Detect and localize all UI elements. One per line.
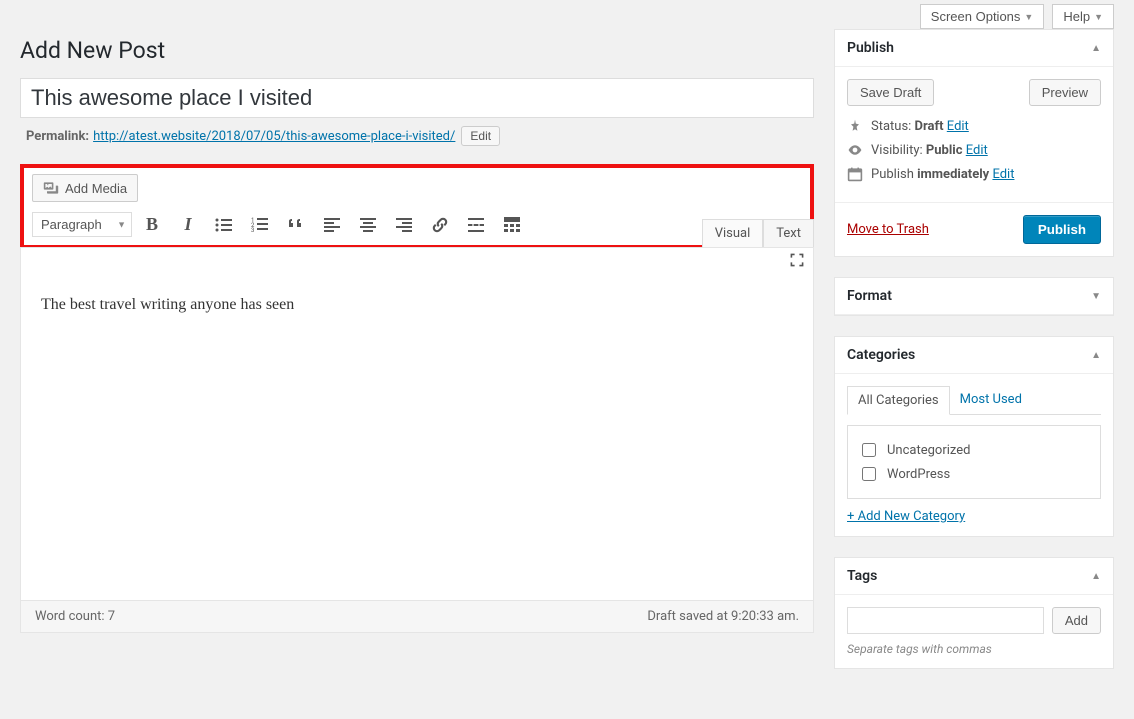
format-box: Format ▼ <box>834 277 1114 316</box>
publish-button[interactable]: Publish <box>1023 215 1101 244</box>
permalink-edit-button[interactable]: Edit <box>461 126 500 146</box>
chevron-down-icon: ▼ <box>1091 291 1101 302</box>
pin-icon <box>847 118 863 134</box>
schedule-edit-link[interactable]: Edit <box>992 167 1014 182</box>
fullscreen-icon[interactable] <box>789 252 805 268</box>
category-list: Uncategorized WordPress <box>847 425 1101 499</box>
add-new-category-link[interactable]: + Add New Category <box>847 509 965 524</box>
status-line: Status: Draft Edit <box>847 118 1101 134</box>
chevron-up-icon: ▲ <box>1091 571 1101 582</box>
eye-icon <box>847 142 863 158</box>
calendar-icon <box>847 166 863 182</box>
publish-heading[interactable]: Publish ▲ <box>835 30 1113 67</box>
save-draft-button[interactable]: Save Draft <box>847 79 934 106</box>
permalink-row: Permalink: http://atest.website/2018/07/… <box>26 126 814 146</box>
tags-heading[interactable]: Tags ▲ <box>835 558 1113 595</box>
preview-button[interactable]: Preview <box>1029 79 1101 106</box>
categories-heading[interactable]: Categories ▲ <box>835 337 1113 374</box>
help-label: Help <box>1063 9 1090 24</box>
add-tag-button[interactable]: Add <box>1052 607 1101 634</box>
chevron-down-icon: ▼ <box>1094 12 1103 22</box>
post-title-input[interactable] <box>20 78 814 118</box>
category-item[interactable]: WordPress <box>858 464 1090 484</box>
tab-text[interactable]: Text <box>763 219 814 247</box>
visibility-line: Visibility: Public Edit <box>847 142 1101 158</box>
chevron-up-icon: ▲ <box>1091 350 1101 361</box>
tab-most-used[interactable]: Most Used <box>950 386 1032 414</box>
permalink-url[interactable]: http://atest.website/2018/07/05/this-awe… <box>93 129 455 144</box>
editor-content[interactable]: The best travel writing anyone has seen <box>21 272 813 600</box>
category-item[interactable]: Uncategorized <box>858 440 1090 460</box>
category-checkbox[interactable] <box>862 443 876 457</box>
media-icon <box>43 180 59 196</box>
move-to-trash-link[interactable]: Move to Trash <box>847 222 929 237</box>
tags-hint: Separate tags with commas <box>847 642 1101 656</box>
chevron-down-icon: ▼ <box>1024 12 1033 22</box>
permalink-label: Permalink: <box>26 129 89 144</box>
editor-text: The best travel writing anyone has seen <box>41 296 294 313</box>
word-count: Word count: 7 <box>35 609 115 624</box>
draft-saved-status: Draft saved at 9:20:33 am. <box>647 609 799 624</box>
screen-options-label: Screen Options <box>931 9 1021 24</box>
chevron-up-icon: ▲ <box>1091 43 1101 54</box>
tab-all-categories[interactable]: All Categories <box>847 386 950 415</box>
categories-box: Categories ▲ All Categories Most Used Un… <box>834 336 1114 537</box>
page-title: Add New Post <box>20 37 814 64</box>
schedule-line: Publish immediately Edit <box>847 166 1101 182</box>
tag-input[interactable] <box>847 607 1044 634</box>
visibility-edit-link[interactable]: Edit <box>966 143 988 158</box>
add-media-button[interactable]: Add Media <box>32 174 138 202</box>
status-edit-link[interactable]: Edit <box>947 119 969 134</box>
add-media-label: Add Media <box>65 181 127 196</box>
publish-box: Publish ▲ Save Draft Preview Status: Dra… <box>834 29 1114 257</box>
tab-visual[interactable]: Visual <box>702 219 764 247</box>
tags-box: Tags ▲ Add Separate tags with commas <box>834 557 1114 669</box>
screen-options-button[interactable]: Screen Options ▼ <box>920 4 1045 29</box>
help-button[interactable]: Help ▼ <box>1052 4 1114 29</box>
format-heading[interactable]: Format ▼ <box>835 278 1113 315</box>
category-checkbox[interactable] <box>862 467 876 481</box>
